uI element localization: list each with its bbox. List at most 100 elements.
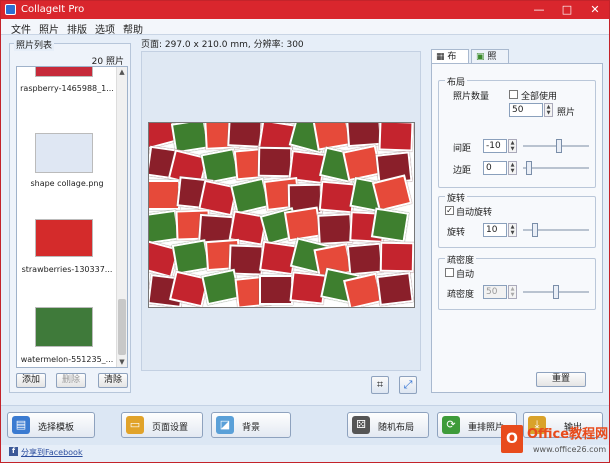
office-logo-icon: O <box>501 425 523 453</box>
photo-listbox[interactable]: raspberry-1465988_1... shape collage.png… <box>16 66 128 368</box>
collage-photo-tile[interactable] <box>376 272 414 306</box>
collage-photo-tile[interactable] <box>289 271 327 305</box>
menu-file[interactable]: 文件 <box>11 21 31 36</box>
collage-photo-tile[interactable] <box>283 206 323 242</box>
random-layout-button[interactable]: ⚄ 随机布局 <box>347 412 429 438</box>
density-stepper[interactable]: ▲ ▼ <box>508 285 517 299</box>
photo-count-stepper[interactable]: ▲ ▼ <box>544 103 553 117</box>
select-template-button[interactable]: ▤ 选择模板 <box>7 412 95 438</box>
layout-group-title: 布局 <box>445 75 468 88</box>
margin-slider[interactable] <box>523 161 589 175</box>
layout-group: 布局 照片数量 全部使用 50 ▲ ▼ 照片 间距 -10 ▲ ▼ 边距 0 ▲ ▼ <box>438 75 596 188</box>
minimize-button[interactable]: — <box>525 1 553 19</box>
margin-input[interactable]: 0 <box>483 161 507 175</box>
photo-count-input[interactable]: 50 <box>509 103 543 117</box>
scroll-up-icon[interactable]: ▲ <box>117 67 127 77</box>
auto-rotate-label: 自动旋转 <box>456 208 493 218</box>
menu-layout[interactable]: 排版 <box>67 21 87 36</box>
menu-options[interactable]: 选项 <box>95 21 115 36</box>
photo-list-panel: 照片列表 20 照片 raspberry-1465988_1... shape … <box>9 38 131 393</box>
spacing-input[interactable]: -10 <box>483 139 507 153</box>
maximize-button[interactable]: □ <box>553 1 581 19</box>
menu-photo[interactable]: 照片 <box>39 21 59 36</box>
photo-list-item[interactable]: strawberries-130337... <box>17 207 117 279</box>
menu-help[interactable]: 帮助 <box>123 21 143 36</box>
title-bar: CollageIt Pro — □ ✕ <box>1 1 609 19</box>
collage-preview[interactable] <box>148 122 415 308</box>
collage-photo-tile[interactable] <box>378 123 414 152</box>
use-all-checkbox[interactable] <box>509 90 518 99</box>
photo-tab-icon: ▣ <box>476 52 485 62</box>
margin-stepper[interactable]: ▲ ▼ <box>508 161 517 175</box>
density-slider[interactable] <box>523 285 589 299</box>
tab-photo[interactable]: ▣ 照片 <box>471 49 509 76</box>
reset-button[interactable]: 重置 <box>536 372 586 387</box>
density-input[interactable]: 50 <box>483 285 507 299</box>
collage-photo-tile[interactable] <box>259 275 293 305</box>
collage-photo-tile[interactable] <box>346 242 384 276</box>
photo-filename: raspberry-1465988_1... <box>20 84 114 93</box>
photo-list-title: 照片列表 <box>14 38 55 51</box>
photo-filename: shape collage.png <box>30 179 104 188</box>
rotation-group: 旋转 ✓ 自动旋转 旋转 10 ▲ ▼ <box>438 191 596 248</box>
page-info: 页面: 297.0 x 210.0 mm, 分辨率: 300 <box>141 40 304 50</box>
layout-tab-body: 布局 照片数量 全部使用 50 ▲ ▼ 照片 间距 -10 ▲ ▼ 边距 0 ▲ ▼ <box>431 63 603 393</box>
collage-photo-tile[interactable] <box>345 123 383 148</box>
collage-photo-tile[interactable] <box>227 123 263 148</box>
photo-list-item[interactable]: watermelon-551235_... <box>17 297 117 367</box>
dice-icon: ⚄ <box>352 416 370 434</box>
collage-photo-tile[interactable] <box>379 241 414 273</box>
select-template-label: 选择模板 <box>38 423 75 433</box>
facebook-share-link[interactable]: f 分享到Facebook <box>9 447 83 458</box>
settings-panel: ▦ 布局 ▣ 照片 布局 照片数量 全部使用 50 ▲▼ 照片 间距 -10 ▲… <box>431 49 603 393</box>
crop-icon[interactable]: ⌗ <box>371 376 389 394</box>
rotate-label: 旋转 <box>447 228 466 238</box>
photo-thumbnail <box>35 67 93 77</box>
scroll-thumb[interactable] <box>118 299 126 355</box>
collage-photo-tile[interactable] <box>312 123 352 151</box>
auto-density-checkbox[interactable] <box>445 268 454 277</box>
clear-photos-button[interactable]: 清除 <box>98 373 128 388</box>
auto-rotate-checkbox[interactable]: ✓ <box>445 206 454 215</box>
photo-list-scrollbar[interactable]: ▲ ▼ <box>116 67 127 367</box>
close-button[interactable]: ✕ <box>581 1 609 19</box>
scroll-down-icon[interactable]: ▼ <box>117 357 127 367</box>
slider-knob[interactable] <box>556 139 562 153</box>
fit-to-window-icon[interactable]: ⤢ <box>399 376 417 394</box>
collage-photo-tile[interactable] <box>371 174 413 212</box>
photo-list-item[interactable]: shape collage.png <box>17 117 117 189</box>
slider-knob[interactable] <box>553 285 559 299</box>
collage-photo-tile[interactable] <box>318 180 356 214</box>
density-group-title: 疏密度 <box>445 253 477 266</box>
spacing-label: 间距 <box>453 144 472 154</box>
rotate-input[interactable]: 10 <box>483 223 507 237</box>
rotate-stepper[interactable]: ▲ ▼ <box>508 223 517 237</box>
tab-layout[interactable]: ▦ 布局 <box>431 49 469 76</box>
window-title: CollageIt Pro <box>21 4 85 15</box>
watermark-brand: Office教程网 <box>527 427 609 442</box>
menu-bar: 文件 照片 排版 选项 帮助 <box>1 19 609 36</box>
photo-list-item[interactable]: raspberry-1465988_1... <box>17 67 117 121</box>
slider-track <box>523 167 589 169</box>
watermark: O Office教程网 www.office26.com <box>501 419 609 461</box>
spacing-stepper[interactable]: ▲ ▼ <box>508 139 517 153</box>
collage-photo-tile[interactable] <box>149 180 180 210</box>
spacing-slider[interactable] <box>523 139 589 153</box>
canvas-area <box>141 51 421 371</box>
collage-photo-tile[interactable] <box>317 213 353 245</box>
add-photo-button[interactable]: 添加 <box>16 373 46 388</box>
collage-photo-tile[interactable] <box>257 146 293 178</box>
slider-knob[interactable] <box>526 161 532 175</box>
rotate-slider[interactable] <box>523 223 589 237</box>
auto-density-label: 自动 <box>456 270 475 280</box>
photo-count-unit: 照片 <box>557 108 576 118</box>
photo-thumbnail <box>35 307 93 347</box>
reshuffle-icon: ⟳ <box>442 416 460 434</box>
background-button[interactable]: ◪ 背景 <box>211 412 291 438</box>
page-setup-button[interactable]: ▭ 页面设置 <box>121 412 203 438</box>
collage-photo-tile[interactable] <box>370 207 410 243</box>
delete-photo-button[interactable]: 删除 <box>56 373 86 388</box>
slider-knob[interactable] <box>532 223 538 237</box>
watermark-url: www.office26.com <box>533 445 607 454</box>
layout-tab-icon: ▦ <box>436 52 445 62</box>
